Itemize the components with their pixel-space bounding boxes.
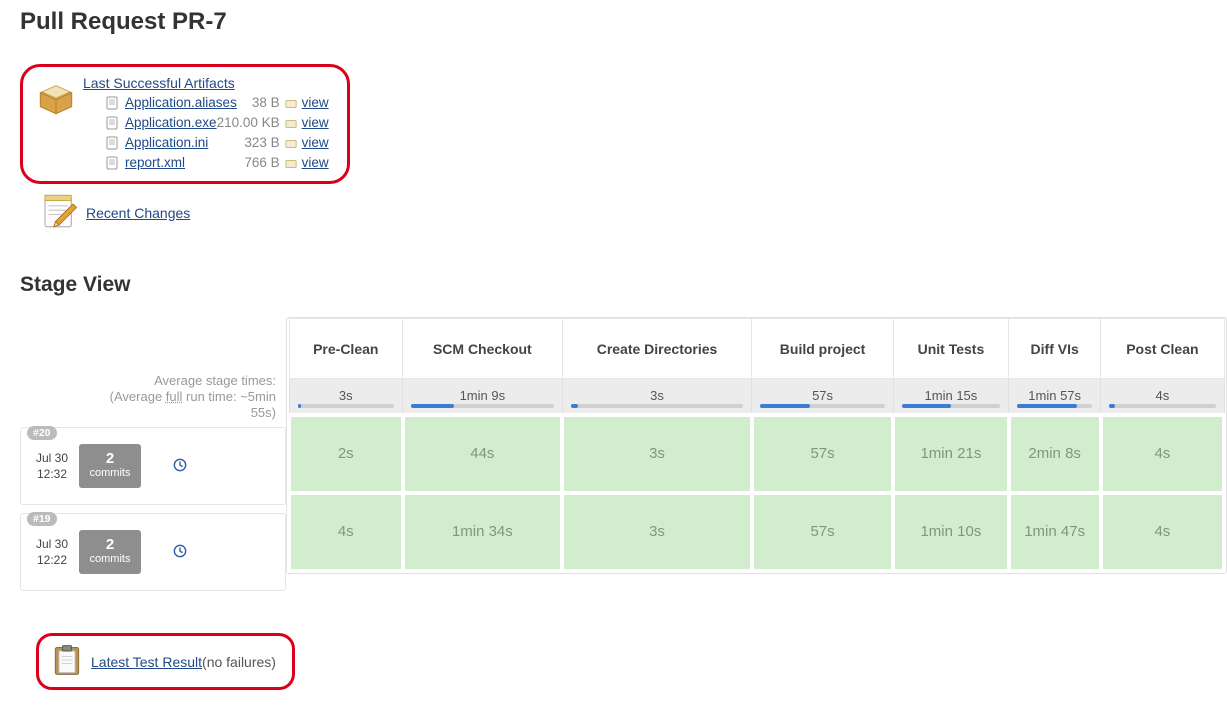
artifact-size: 766 B [244,153,279,173]
run-datetime: Jul 30 12:32 [27,450,77,482]
artifact-name-link[interactable]: Application.exe [125,113,217,133]
stage-avg-cell: 1min 15s [893,379,1008,415]
artifact-row: report.xml 766 B view [83,153,329,173]
test-result-highlight: Latest Test Result (no failures) [36,633,295,690]
stage-cell[interactable]: 1min 34s [403,493,563,571]
stage-cell[interactable]: 2min 8s [1009,415,1101,493]
stage-run-row: 2s 44s 3s 57s 1min 21s 2min 8s 4s [289,415,1224,493]
test-result-status: (no failures) [202,654,276,670]
stage-header: Post Clean [1101,319,1224,379]
stage-avg-cell: 3s [562,379,752,415]
recent-changes-row: Recent Changes [38,190,1227,235]
run-badge: #20 [27,426,57,440]
run-row[interactable]: #20 Jul 30 12:32 2 commits [20,427,286,505]
artifact-row: Application.ini 323 B view [83,133,329,153]
run-badge: #19 [27,512,57,526]
stage-avg-cell: 4s [1101,379,1224,415]
stage-cell[interactable]: 4s [1101,415,1224,493]
stage-cell[interactable]: 57s [752,493,893,571]
artifact-view-link[interactable]: view [302,113,329,133]
artifact-row: Application.exe 210.00 KB view [83,113,329,133]
file-icon [105,116,119,130]
stage-header-row: Pre-Clean SCM Checkout Create Directorie… [289,319,1224,379]
artifact-list: Application.aliases 38 B view Applicatio… [83,93,329,173]
average-stage-times-label: Average stage times: (Average full run t… [20,373,286,421]
page-title: Pull Request PR-7 [20,8,1227,36]
clock-icon [173,544,187,561]
stage-header: Build project [752,319,893,379]
artifact-row: Application.aliases 38 B view [83,93,329,113]
clipboard-icon [49,642,85,681]
package-icon [35,77,77,122]
stage-cell[interactable]: 57s [752,415,893,493]
latest-test-result-link[interactable]: Latest Test Result [91,654,202,670]
fingerprint-icon [284,156,298,170]
stage-cell[interactable]: 1min 47s [1009,493,1101,571]
commits-box[interactable]: 2 commits [79,444,141,488]
artifact-name-link[interactable]: Application.ini [125,133,208,153]
fingerprint-icon [284,136,298,150]
stage-cell[interactable]: 3s [562,415,752,493]
artifact-name-link[interactable]: report.xml [125,153,185,173]
stage-header: Pre-Clean [289,319,403,379]
stage-header: SCM Checkout [403,319,563,379]
notepad-icon [38,190,80,235]
run-column: Average stage times: (Average full run t… [20,317,286,599]
stage-avg-cell: 1min 57s [1009,379,1101,415]
stage-header: Diff VIs [1009,319,1101,379]
stage-cell[interactable]: 2s [289,415,403,493]
stage-cell[interactable]: 3s [562,493,752,571]
stage-avg-cell: 57s [752,379,893,415]
fingerprint-icon [284,96,298,110]
last-successful-artifacts-link[interactable]: Last Successful Artifacts [83,75,235,91]
file-icon [105,136,119,150]
artifact-view-link[interactable]: view [302,153,329,173]
artifact-view-link[interactable]: view [302,133,329,153]
artifact-size: 38 B [252,93,280,113]
run-datetime: Jul 30 12:22 [27,536,77,568]
stage-avg-row: 3s 1min 9s 3s 57s 1min 15s 1min 57s 4s [289,379,1224,415]
fingerprint-icon [284,116,298,130]
run-row[interactable]: #19 Jul 30 12:22 2 commits [20,513,286,591]
commits-box[interactable]: 2 commits [79,530,141,574]
stage-cell[interactable]: 44s [403,415,563,493]
stage-run-row: 4s 1min 34s 3s 57s 1min 10s 1min 47s 4s [289,493,1224,571]
artifacts-highlight: Last Successful Artifacts Application.al… [20,64,350,184]
file-icon [105,156,119,170]
stage-view-heading: Stage View [20,273,1227,297]
stage-cell[interactable]: 4s [289,493,403,571]
stage-cell[interactable]: 4s [1101,493,1224,571]
file-icon [105,96,119,110]
recent-changes-link[interactable]: Recent Changes [86,205,190,221]
stage-cell[interactable]: 1min 10s [893,493,1008,571]
stage-avg-cell: 3s [289,379,403,415]
stage-header: Create Directories [562,319,752,379]
artifact-view-link[interactable]: view [302,93,329,113]
stage-header: Unit Tests [893,319,1008,379]
stage-cell[interactable]: 1min 21s [893,415,1008,493]
artifact-size: 210.00 KB [217,113,280,133]
artifact-name-link[interactable]: Application.aliases [125,93,237,113]
clock-icon [173,458,187,475]
stage-avg-cell: 1min 9s [403,379,563,415]
artifact-size: 323 B [244,133,279,153]
stage-table: Pre-Clean SCM Checkout Create Directorie… [286,317,1227,574]
